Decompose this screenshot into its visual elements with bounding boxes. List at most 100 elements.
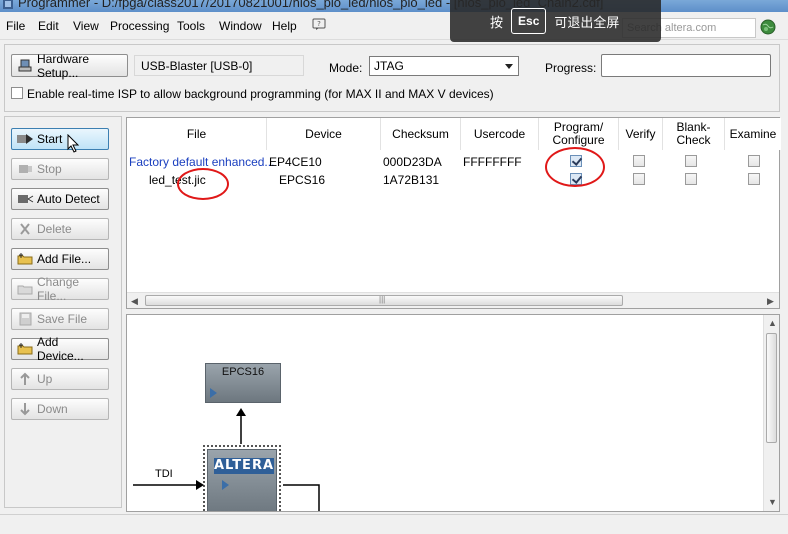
save-disk-icon [19, 312, 32, 326]
row1-verify-checkbox[interactable] [633, 155, 645, 167]
tdi-arrow [133, 480, 204, 490]
row1-usercode: FFFFFFFF [463, 155, 522, 169]
column-header-usercode[interactable]: Usercode [461, 118, 539, 150]
start-play-icon [17, 134, 33, 144]
jtag-chain-diagram: EPCS16 ALTERA TDI ▲ ▼ [126, 314, 780, 512]
row1-file[interactable]: Factory default enhanced... [129, 155, 274, 169]
chevron-down-icon [505, 64, 513, 69]
scroll-right-arrow-icon[interactable]: ▶ [767, 296, 774, 307]
menu-file[interactable]: File [6, 19, 25, 33]
column-header-device[interactable]: Device [267, 118, 381, 150]
hardware-value: USB-Blaster [USB-0] [134, 55, 304, 76]
add-file-folder-icon [17, 253, 33, 265]
start-button[interactable]: Start [11, 128, 109, 150]
fullscreen-esc-hint: 按 Esc 可退出全屏 [450, 0, 661, 42]
status-bar [0, 514, 788, 534]
auto-detect-icon [18, 195, 34, 203]
realtime-isp-label: Enable real-time ISP to allow background… [27, 87, 494, 101]
stop-label: Stop [37, 162, 62, 176]
add-device-icon [17, 343, 33, 355]
save-file-label: Save File [37, 312, 88, 326]
up-label: Up [37, 372, 53, 386]
column-header-blank-check[interactable]: Blank- Check [663, 118, 725, 150]
delete-label: Delete [37, 222, 72, 236]
diagram-scroll-thumb[interactable] [766, 333, 777, 443]
down-button[interactable]: Down [11, 398, 109, 420]
realtime-isp-checkbox[interactable] [11, 87, 23, 99]
row1-device: EP4CE10 [269, 155, 322, 169]
add-file-button[interactable]: Add File... [11, 248, 109, 270]
hardware-setup-button[interactable]: Hardware Setup... [11, 51, 128, 80]
column-header-checksum[interactable]: Checksum [381, 118, 461, 150]
menu-help[interactable]: Help [272, 19, 297, 33]
table-horizontal-scrollbar[interactable]: ◀ ||| ▶ [127, 292, 779, 308]
up-button[interactable]: Up [11, 368, 109, 390]
menu-view[interactable]: View [73, 19, 99, 33]
arrow-up-connector [236, 408, 246, 444]
chip-play-marker-icon [222, 480, 229, 490]
hardware-setup-label: Hardware Setup... [37, 51, 90, 80]
up-arrow-icon [20, 372, 30, 385]
ep4ce10-chip[interactable]: ALTERA [207, 449, 277, 511]
row2-examine-checkbox[interactable] [748, 173, 760, 185]
title-bar: Programmer - D:/fpga/class2017/201708210… [0, 0, 788, 12]
stop-button[interactable]: Stop [11, 158, 109, 180]
row2-device: EPCS16 [279, 173, 326, 187]
row2-blank-check-checkbox[interactable] [685, 173, 697, 185]
row2-checksum: 1A72B131 [383, 173, 440, 187]
menu-processing[interactable]: Processing [110, 19, 169, 33]
usb-blaster-icon [18, 59, 32, 71]
menu-edit[interactable]: Edit [38, 19, 59, 33]
row1-examine-checkbox[interactable] [748, 155, 760, 167]
change-file-label: Change File... [37, 275, 80, 303]
epcs16-chip-label: EPCS16 [221, 366, 265, 378]
mode-label: Mode: [329, 61, 363, 75]
column-header-program-configure[interactable]: Program/ Configure [539, 118, 619, 150]
row1-blank-check-checkbox[interactable] [685, 155, 697, 167]
menu-tools[interactable]: Tools [177, 19, 205, 33]
down-arrow-icon [20, 403, 30, 416]
start-label: Start [37, 132, 63, 146]
change-file-icon [17, 285, 33, 295]
change-file-button[interactable]: Change File... [11, 275, 109, 303]
column-header-file[interactable]: File [127, 118, 267, 150]
menu-window[interactable]: Window [219, 19, 262, 33]
mouse-cursor-icon [67, 134, 80, 153]
auto-detect-button[interactable]: Auto Detect [11, 188, 109, 210]
programmer-app-icon [3, 0, 13, 9]
annotation-circle-filename [177, 168, 229, 200]
add-file-label: Add File... [37, 252, 92, 266]
delete-x-icon [20, 223, 30, 235]
column-header-verify[interactable]: Verify [619, 118, 663, 150]
scroll-grip-icon: ||| [379, 295, 386, 304]
esc-hint-suffix: 可退出全屏 [554, 14, 620, 30]
altera-logo: ALTERA [214, 458, 275, 474]
action-button-panel: Start Stop Auto Detect Delete Add File..… [4, 116, 122, 508]
scroll-left-arrow-icon[interactable]: ◀ [131, 296, 138, 307]
chip-play-marker-icon [210, 388, 217, 398]
annotation-circle-program [545, 147, 605, 187]
save-file-button[interactable]: Save File [11, 308, 109, 330]
scroll-down-arrow-icon[interactable]: ▼ [768, 497, 777, 507]
row2-verify-checkbox[interactable] [633, 173, 645, 185]
epcs16-chip[interactable]: EPCS16 [205, 363, 281, 403]
esc-key-badge: Esc [511, 8, 547, 34]
progress-bar [601, 54, 771, 77]
delete-button[interactable]: Delete [11, 218, 109, 240]
hardware-toolbar: Hardware Setup... USB-Blaster [USB-0] Mo… [4, 44, 780, 112]
mode-value: JTAG [374, 59, 404, 73]
device-table: File Device Checksum Usercode Program/ C… [126, 117, 781, 309]
stop-icon [19, 165, 32, 173]
row1-checksum: 000D23DA [383, 155, 442, 169]
tdo-connector [283, 484, 320, 511]
column-header-examine[interactable]: Examine [725, 118, 781, 150]
globe-icon[interactable] [760, 19, 776, 35]
progress-label: Progress: [545, 61, 597, 75]
mode-select[interactable]: JTAG [369, 56, 519, 76]
down-label: Down [37, 402, 68, 416]
add-device-button[interactable]: Add Device... [11, 335, 109, 363]
add-device-label: Add Device... [37, 335, 84, 363]
scroll-up-arrow-icon[interactable]: ▲ [768, 318, 777, 328]
diagram-vertical-scrollbar[interactable]: ▲ ▼ [763, 315, 779, 511]
whats-this-help-icon[interactable]: ? [312, 17, 326, 31]
